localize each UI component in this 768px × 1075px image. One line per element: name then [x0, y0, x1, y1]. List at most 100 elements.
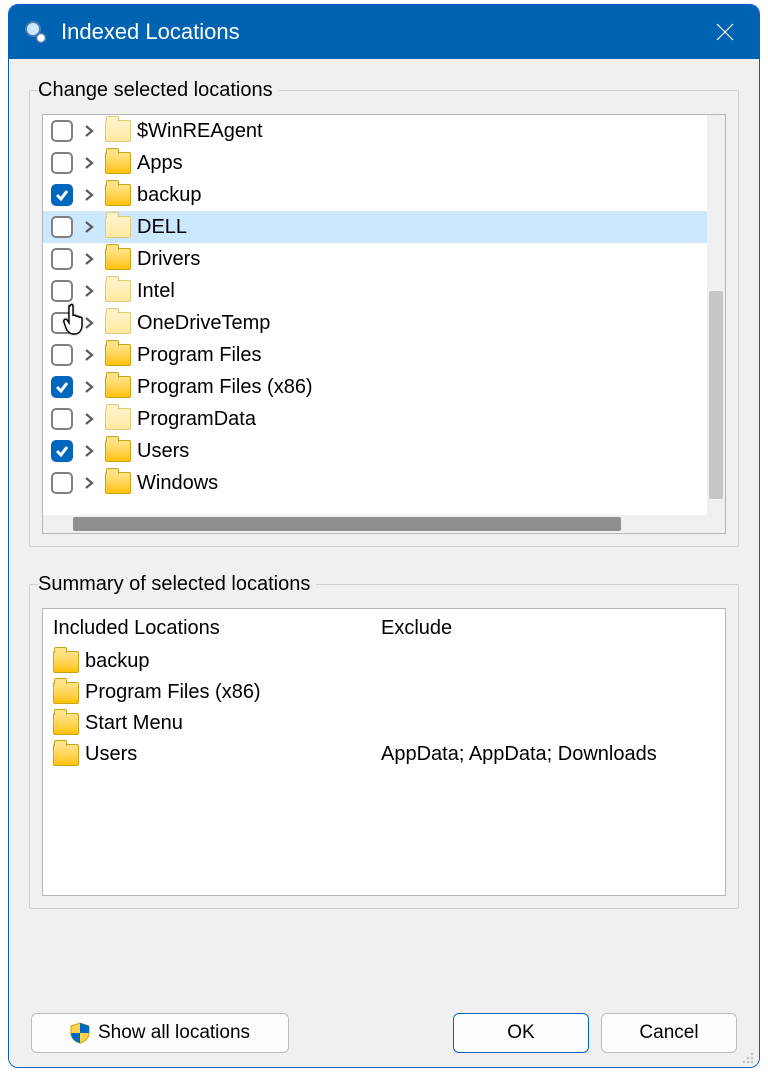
tree-item-label: Intel: [137, 280, 175, 303]
tree-row[interactable]: $WinREAgent: [43, 115, 725, 147]
tree-item-checkbox[interactable]: [51, 280, 73, 302]
tree-item-checkbox[interactable]: [51, 248, 73, 270]
tree-item-checkbox[interactable]: [51, 472, 73, 494]
summary-included-row[interactable]: Start Menu: [53, 708, 361, 739]
tree-item-checkbox[interactable]: [51, 440, 73, 462]
chevron-right-icon[interactable]: [79, 217, 99, 237]
resize-grip[interactable]: [739, 1049, 755, 1065]
tree-horizontal-scrollbar[interactable]: [43, 515, 707, 533]
tree-row[interactable]: ProgramData: [43, 403, 725, 435]
show-all-locations-button[interactable]: Show all locations: [31, 1013, 289, 1053]
summary-included-label: Program Files (x86): [85, 681, 261, 704]
chevron-right-icon[interactable]: [79, 313, 99, 333]
summary-exclude-label: AppData; AppData; Downloads: [381, 743, 657, 766]
indexing-options-icon: [23, 19, 49, 45]
folder-icon: [53, 713, 79, 735]
chevron-right-icon[interactable]: [79, 409, 99, 429]
summary-legend: Summary of selected locations: [38, 573, 316, 596]
chevron-right-icon[interactable]: [79, 281, 99, 301]
tree-row[interactable]: DELL: [43, 211, 725, 243]
tree-item-label: Windows: [137, 472, 218, 495]
tree-item-label: OneDriveTemp: [137, 312, 270, 335]
folder-icon: [105, 312, 131, 334]
client-area: Change selected locations $WinREAgent App…: [9, 59, 759, 1067]
ok-button-label: OK: [507, 1022, 534, 1044]
tree-item-checkbox[interactable]: [51, 216, 73, 238]
tree-horizontal-scroll-thumb[interactable]: [73, 517, 621, 531]
folder-icon: [105, 184, 131, 206]
tree-row[interactable]: Users: [43, 435, 725, 467]
change-locations-group: Change selected locations $WinREAgent App…: [29, 79, 739, 547]
chevron-right-icon[interactable]: [79, 121, 99, 141]
cancel-button[interactable]: Cancel: [601, 1013, 737, 1053]
summary-included-row[interactable]: Program Files (x86): [53, 677, 361, 708]
folder-icon: [105, 376, 131, 398]
tree-row[interactable]: Program Files (x86): [43, 371, 725, 403]
indexed-locations-dialog: Indexed Locations Change selected locati…: [8, 4, 760, 1068]
summary-exclude-row: [381, 646, 715, 677]
folder-icon: [105, 152, 131, 174]
chevron-right-icon[interactable]: [79, 185, 99, 205]
chevron-right-icon[interactable]: [79, 153, 99, 173]
tree-vertical-scroll-thumb[interactable]: [709, 291, 723, 499]
cancel-button-label: Cancel: [639, 1022, 698, 1044]
locations-tree[interactable]: $WinREAgent Apps backup DELL Drivers Intel One…: [42, 114, 726, 534]
summary-exclude-row: AppData; AppData; Downloads: [381, 739, 715, 770]
summary-included-row[interactable]: backup: [53, 646, 361, 677]
ok-button[interactable]: OK: [453, 1013, 589, 1053]
folder-icon: [105, 216, 131, 238]
chevron-right-icon[interactable]: [79, 249, 99, 269]
show-all-locations-label: Show all locations: [98, 1022, 250, 1044]
folder-icon: [105, 440, 131, 462]
summary-list: Included Locations backup Program Files (…: [42, 608, 726, 896]
tree-item-checkbox[interactable]: [51, 184, 73, 206]
tree-row[interactable]: backup: [43, 179, 725, 211]
folder-icon: [105, 120, 131, 142]
tree-row[interactable]: Drivers: [43, 243, 725, 275]
change-locations-legend: Change selected locations: [38, 79, 279, 102]
tree-item-checkbox[interactable]: [51, 376, 73, 398]
chevron-right-icon[interactable]: [79, 441, 99, 461]
folder-icon: [105, 408, 131, 430]
summary-exclude-row: [381, 708, 715, 739]
folder-icon: [105, 344, 131, 366]
summary-included-row[interactable]: Users: [53, 739, 361, 770]
tree-item-checkbox[interactable]: [51, 344, 73, 366]
chevron-right-icon[interactable]: [79, 377, 99, 397]
tree-item-label: Users: [137, 440, 189, 463]
tree-vertical-scrollbar[interactable]: [707, 115, 725, 533]
title-bar: Indexed Locations: [9, 5, 759, 59]
tree-row[interactable]: OneDriveTemp: [43, 307, 725, 339]
folder-icon: [53, 682, 79, 704]
tree-item-checkbox[interactable]: [51, 312, 73, 334]
chevron-right-icon[interactable]: [79, 473, 99, 493]
folder-icon: [53, 651, 79, 673]
tree-item-label: Program Files (x86): [137, 376, 313, 399]
close-button[interactable]: [701, 12, 749, 52]
tree-item-checkbox[interactable]: [51, 152, 73, 174]
tree-item-checkbox[interactable]: [51, 408, 73, 430]
tree-row[interactable]: Apps: [43, 147, 725, 179]
exclude-header: Exclude: [381, 617, 715, 640]
summary-included-label: Users: [85, 743, 137, 766]
dialog-button-row: Show all locations OK Cancel: [29, 1013, 739, 1057]
tree-item-label: Apps: [137, 152, 183, 175]
uac-shield-icon: [70, 1022, 90, 1044]
tree-row[interactable]: Intel: [43, 275, 725, 307]
tree-row[interactable]: Program Files: [43, 339, 725, 371]
tree-row[interactable]: Windows: [43, 467, 725, 499]
included-locations-header: Included Locations: [53, 617, 361, 640]
folder-icon: [105, 472, 131, 494]
window-title: Indexed Locations: [61, 19, 701, 45]
summary-included-column: Included Locations backup Program Files (…: [43, 609, 371, 895]
tree-item-label: DELL: [137, 216, 187, 239]
folder-icon: [53, 744, 79, 766]
summary-group: Summary of selected locations Included L…: [29, 573, 739, 909]
tree-item-label: ProgramData: [137, 408, 256, 431]
summary-included-label: Start Menu: [85, 712, 183, 735]
folder-icon: [105, 280, 131, 302]
summary-exclude-column: Exclude AppData; AppData; Downloads: [371, 609, 725, 895]
tree-item-label: Drivers: [137, 248, 200, 271]
tree-item-checkbox[interactable]: [51, 120, 73, 142]
chevron-right-icon[interactable]: [79, 345, 99, 365]
